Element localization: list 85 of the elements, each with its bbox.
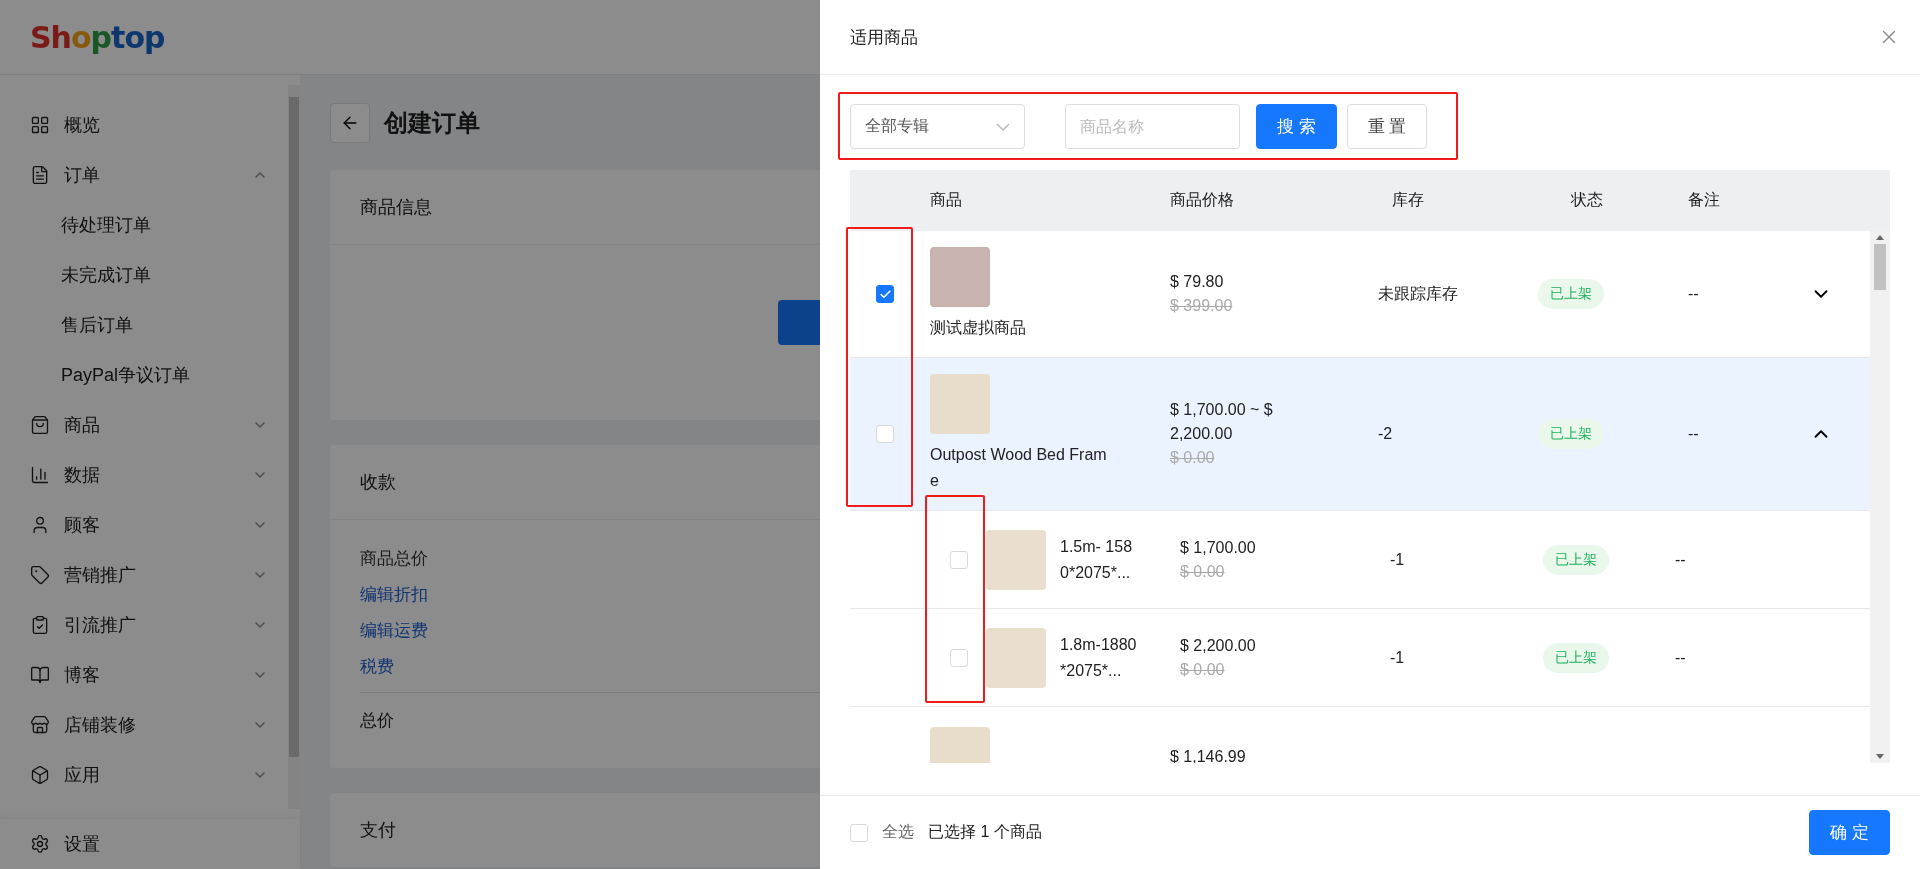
menu-item[interactable]: 引流推广 — [0, 600, 288, 650]
settings-icon — [30, 834, 50, 854]
tag-icon — [30, 565, 50, 585]
price: $ 79.80 — [1170, 272, 1225, 292]
price: $ 2,200.00 — [1180, 635, 1257, 656]
variant-name: 1.5m- 1580*2075*... — [1060, 536, 1134, 583]
bag-icon — [30, 415, 50, 435]
note-value: -- — [1688, 425, 1699, 442]
search-field[interactable]: 商品名称 — [1065, 104, 1240, 149]
price: $ 1,700.00 — [1180, 537, 1257, 558]
column-header: 商品价格 — [1170, 190, 1235, 210]
column-header: 库存 — [1391, 190, 1425, 210]
submenu-item[interactable]: 未完成订单 — [0, 250, 288, 300]
page-title: 创建订单 — [384, 108, 480, 138]
bar-chart-icon — [30, 465, 50, 485]
checkbox[interactable] — [876, 285, 894, 303]
photo-placeholder — [986, 529, 1046, 590]
menu-item[interactable]: 设置 — [0, 819, 300, 869]
note-value: -- — [1675, 648, 1686, 666]
photo-placeholder — [986, 627, 1046, 688]
collection-select[interactable]: 全部专辑 — [850, 104, 1025, 149]
section-title: 支付 — [360, 819, 396, 842]
column-header: 状态 — [1570, 190, 1604, 210]
menu-item[interactable]: 应用 — [0, 750, 288, 800]
product-name: Outpost Wood Bed Frame — [930, 445, 1108, 491]
price: $ 1,700.00 ~ $ 2,200.00 — [1170, 400, 1274, 444]
table-row[interactable]: Outpost Wood Bed Frame $ 1,700.00 ~ $ 2,200.00 $ 0.00 -2 已上架 -- — [850, 358, 1870, 511]
menu-item[interactable]: 订单 — [0, 150, 288, 200]
submenu-item[interactable]: PayPal争议订单 — [0, 350, 288, 400]
status-badge: 已上架 — [1538, 279, 1604, 309]
submenu-item[interactable]: 待处理订单 — [0, 200, 288, 250]
box-icon — [30, 765, 50, 785]
column-header: 商品 — [929, 190, 963, 210]
submenu-item[interactable]: 售后订单 — [0, 300, 288, 350]
chevron-down-icon — [996, 122, 1010, 131]
original-price: $ 0.00 — [1180, 659, 1226, 680]
menu-item[interactable]: 营销推广 — [0, 550, 288, 600]
menu-item[interactable]: 数据 — [0, 450, 288, 500]
menu-item[interactable]: 顾客 — [0, 500, 288, 550]
scrollbar[interactable] — [1870, 231, 1890, 763]
scrollbar[interactable] — [288, 85, 300, 809]
logo: Shoptop — [30, 19, 165, 55]
grid-icon — [30, 115, 50, 135]
menu-label: 设置 — [64, 833, 100, 856]
clipboard-icon — [30, 615, 50, 635]
check-icon — [878, 287, 892, 301]
menu-item[interactable]: 店铺装修 — [0, 700, 288, 750]
store-icon — [30, 715, 50, 735]
original-price: $ 0.00 — [1180, 561, 1226, 582]
edit-link[interactable]: 编辑折扣 — [360, 582, 428, 606]
menu-item[interactable]: 博客 — [0, 650, 288, 700]
book-icon — [30, 665, 50, 685]
note-value: -- — [1675, 550, 1686, 568]
stock-value: -2 — [1378, 425, 1393, 442]
original-price: $ 0.00 — [1170, 448, 1216, 468]
price: $ 1,146.99 — [1170, 746, 1247, 763]
status-badge: 已上架 — [1543, 642, 1609, 673]
status-badge: 已上架 — [1538, 419, 1604, 449]
menu-item[interactable]: 商品 — [0, 400, 288, 450]
section-title: 商品信息 — [360, 196, 432, 219]
total-label: 总价 — [360, 710, 394, 732]
drawer-title: 适用商品 — [850, 26, 918, 49]
stock-value: -1 — [1390, 550, 1405, 568]
variant-name: 1.8m-1880*2075*... — [1060, 634, 1138, 681]
column-header: 备注 — [1687, 190, 1721, 210]
product-name: 测试虚拟商品 — [930, 318, 1027, 338]
reset-button[interactable]: 重 置 — [1346, 104, 1428, 149]
search-button[interactable]: 搜 索 — [1256, 104, 1337, 149]
document-icon — [30, 165, 50, 185]
status-badge: 已上架 — [1543, 544, 1609, 575]
stock-value: -1 — [1390, 648, 1405, 666]
edit-link[interactable]: 税费 — [360, 654, 394, 678]
photo-placeholder — [930, 374, 990, 434]
section-title: 收款 — [360, 471, 396, 494]
note-value: -- — [1688, 285, 1699, 302]
edit-link[interactable]: 编辑运费 — [360, 618, 428, 642]
selection-summary: 已选择 1 个商品 — [928, 822, 1042, 842]
back-button[interactable] — [330, 103, 370, 143]
stock-value: 未跟踪库存 — [1378, 284, 1458, 302]
select-all-label: 全选 — [882, 822, 914, 842]
photo-placeholder — [930, 247, 990, 307]
original-price: $ 399.00 — [1170, 296, 1234, 316]
confirm-button[interactable]: 确 定 — [1809, 810, 1890, 855]
summary-label: 商品总价 — [360, 547, 428, 570]
menu-item[interactable]: 概览 — [0, 100, 288, 150]
